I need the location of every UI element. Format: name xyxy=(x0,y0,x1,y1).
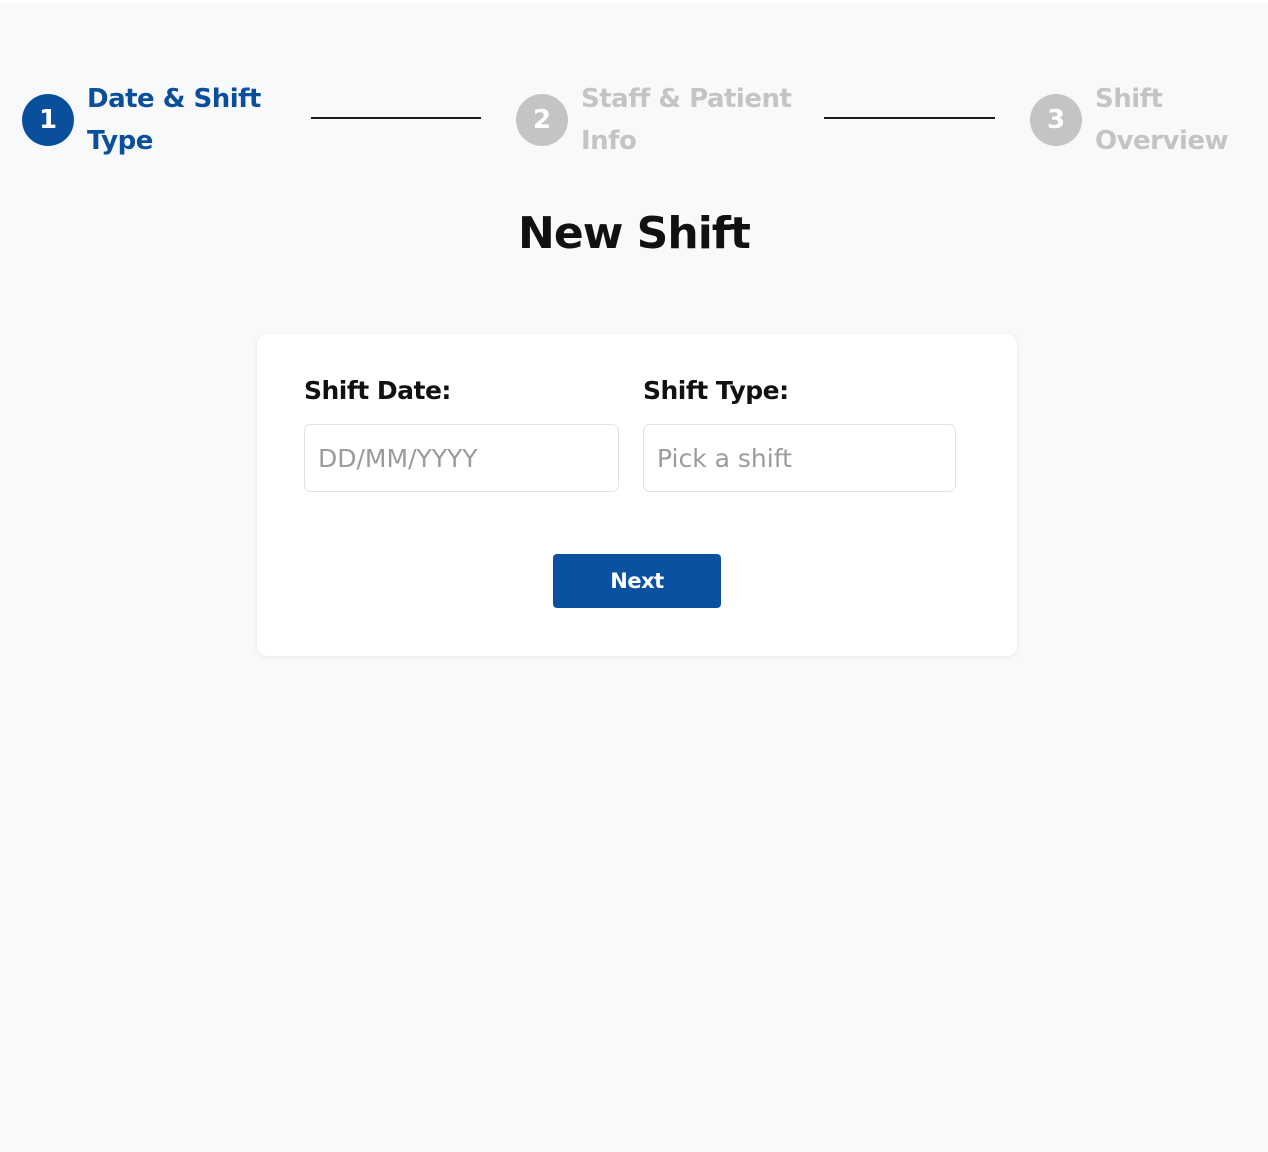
shift-date-field: Shift Date: xyxy=(304,376,619,492)
step-label: Shift Overview xyxy=(1095,84,1229,156)
step-connector xyxy=(311,117,481,119)
page-title: New Shift xyxy=(518,208,751,259)
shift-type-input[interactable] xyxy=(643,424,956,492)
next-button[interactable]: Next xyxy=(553,554,721,608)
shift-type-field: Shift Type: xyxy=(643,376,956,492)
shift-type-label: Shift Type: xyxy=(643,376,789,405)
shift-date-label: Shift Date: xyxy=(304,376,451,405)
progress-stepper: 1 Date & Shift Type 2 Staff & Patient In… xyxy=(0,3,1268,203)
step-number-badge: 1 xyxy=(22,94,74,146)
step-date-shift-type[interactable]: 1 Date & Shift Type xyxy=(22,78,277,162)
new-shift-form-card: Shift Date: Shift Type: Next xyxy=(257,334,1017,656)
step-number-badge: 2 xyxy=(516,94,568,146)
step-number-badge: 3 xyxy=(1030,94,1082,146)
shift-date-input[interactable] xyxy=(304,424,619,492)
step-connector xyxy=(824,117,995,119)
step-staff-patient-info[interactable]: 2 Staff & Patient Info xyxy=(516,78,801,162)
step-label: Staff & Patient Info xyxy=(581,84,792,156)
step-label: Date & Shift Type xyxy=(87,84,261,156)
step-shift-overview[interactable]: 3 Shift Overview xyxy=(1030,78,1265,162)
